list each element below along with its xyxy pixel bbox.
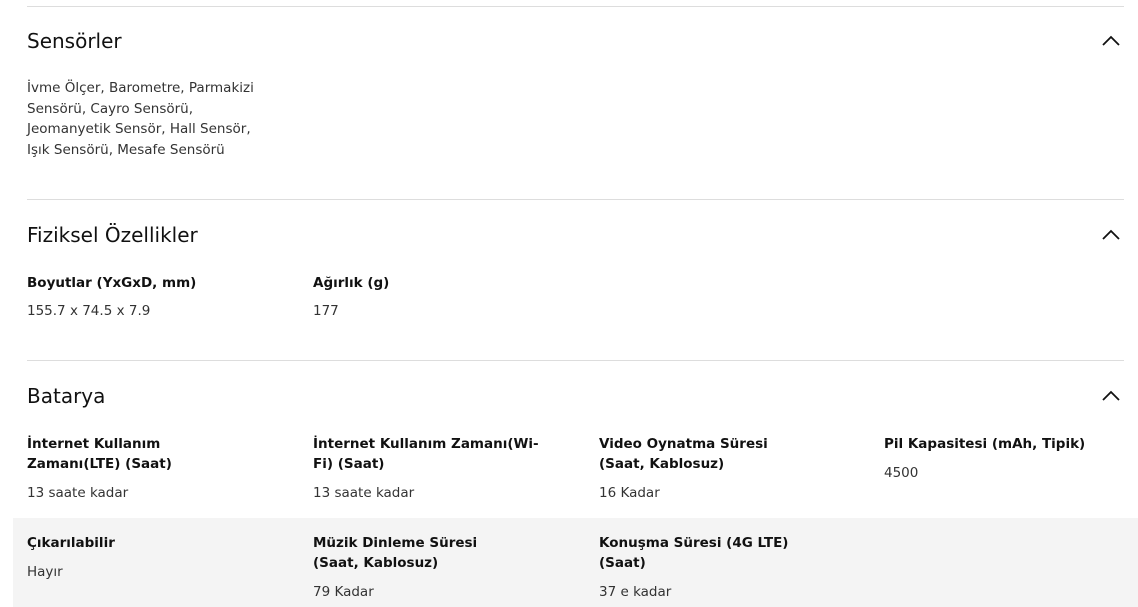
spec-video-playback: Video Oynatma Süresi (Saat, Kablosuz) 16…: [599, 434, 814, 503]
spec-label: Boyutlar (YxGxD, mm): [27, 275, 197, 291]
chevron-up-icon: [1102, 390, 1120, 401]
divider-physical: [27, 360, 1124, 361]
spec-value: 177: [313, 303, 339, 319]
spec-dimensions: Boyutlar (YxGxD, mm) 155.7 x 74.5 x 7.9: [27, 273, 277, 321]
spec-label: Konuşma Süresi (4G LTE) (Saat): [599, 535, 789, 571]
spec-value: Hayır: [27, 564, 63, 580]
spec-value: 79 Kadar: [313, 584, 374, 600]
collapse-physical-button[interactable]: [1101, 229, 1121, 241]
spec-label: Çıkarılabilir: [27, 535, 115, 551]
section-title-physical: Fiziksel Özellikler: [27, 223, 198, 247]
spec-value: 13 saate kadar: [313, 485, 415, 501]
spec-music-playback: Müzik Dinleme Süresi (Saat, Kablosuz) 79…: [313, 533, 523, 602]
divider-sensors: [27, 199, 1124, 200]
spec-value: 13 saate kadar: [27, 485, 129, 501]
section-title-sensors: Sensörler: [27, 29, 122, 53]
section-title-battery: Batarya: [27, 384, 106, 408]
spec-label: İnternet Kullanım Zamanı(Wi-Fi) (Saat): [313, 436, 539, 472]
spec-label: Video Oynatma Süresi (Saat, Kablosuz): [599, 436, 768, 472]
divider-top: [27, 6, 1124, 7]
spec-removable: Çıkarılabilir Hayır: [27, 533, 252, 582]
collapse-battery-button[interactable]: [1101, 390, 1121, 402]
spec-value: 37 e kadar: [599, 584, 672, 600]
collapse-sensors-button[interactable]: [1101, 35, 1121, 47]
spec-label: Müzik Dinleme Süresi (Saat, Kablosuz): [313, 535, 478, 571]
spec-label: Pil Kapasitesi (mAh, Tipik): [884, 436, 1086, 452]
sensors-list: İvme Ölçer, Barometre, Parmakizi Sensörü…: [27, 80, 254, 158]
spec-battery-capacity: Pil Kapasitesi (mAh, Tipik) 4500: [884, 434, 1124, 483]
spec-talk-time: Konuşma Süresi (4G LTE) (Saat) 37 e kada…: [599, 533, 839, 602]
chevron-up-icon: [1102, 229, 1120, 240]
spec-value: 4500: [884, 465, 919, 481]
spec-value: 155.7 x 74.5 x 7.9: [27, 303, 151, 319]
spec-internet-wifi: İnternet Kullanım Zamanı(Wi-Fi) (Saat) 1…: [313, 434, 543, 503]
spec-label: Ağırlık (g): [313, 275, 390, 291]
spec-weight: Ağırlık (g) 177: [313, 273, 563, 321]
spec-label: İnternet Kullanım Zamanı(LTE) (Saat): [27, 436, 172, 472]
chevron-up-icon: [1102, 35, 1120, 46]
spec-value: 16 Kadar: [599, 485, 660, 501]
spec-internet-lte: İnternet Kullanım Zamanı(LTE) (Saat) 13 …: [27, 434, 252, 503]
